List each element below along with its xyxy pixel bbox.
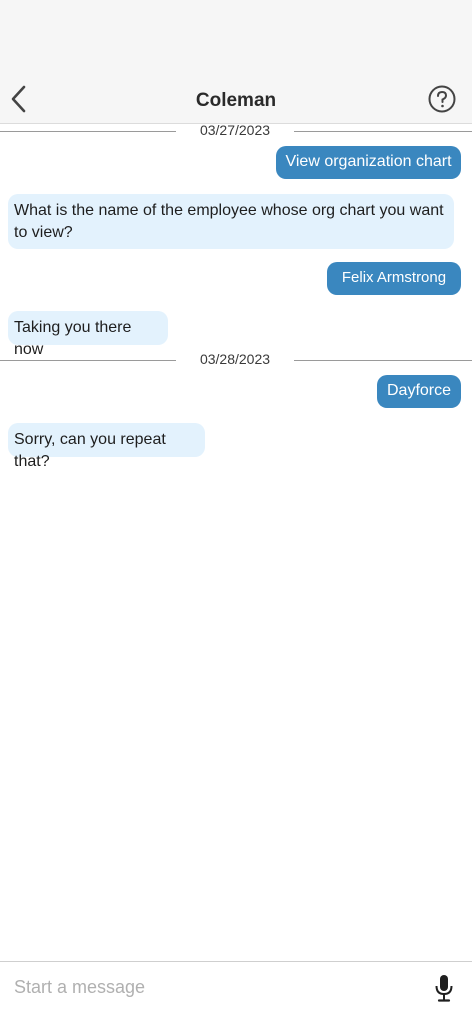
divider bbox=[0, 360, 176, 361]
help-button[interactable] bbox=[428, 85, 456, 113]
status-bar-area bbox=[0, 0, 472, 74]
microphone-icon bbox=[435, 975, 453, 1002]
message-input[interactable] bbox=[14, 972, 414, 1002]
incoming-message: What is the name of the employee whose o… bbox=[8, 194, 454, 249]
incoming-message: Sorry, can you repeat that? bbox=[8, 423, 205, 470]
outgoing-message[interactable]: View organization chart bbox=[276, 146, 461, 179]
message-composer bbox=[0, 961, 472, 1024]
divider bbox=[0, 131, 176, 132]
divider bbox=[294, 131, 472, 132]
chat-header: Coleman bbox=[0, 74, 472, 124]
help-circle-icon bbox=[428, 85, 456, 113]
date-separator: 03/27/2023 bbox=[0, 122, 472, 142]
date-label: 03/28/2023 bbox=[199, 351, 271, 367]
outgoing-message[interactable]: Dayforce bbox=[377, 375, 461, 408]
divider bbox=[294, 360, 472, 361]
outgoing-message[interactable]: Felix Armstrong bbox=[327, 262, 461, 295]
chat-title: Coleman bbox=[195, 90, 277, 111]
date-label: 03/27/2023 bbox=[199, 122, 271, 138]
incoming-message: Taking you there now bbox=[8, 311, 168, 358]
microphone-button[interactable] bbox=[430, 972, 458, 1004]
date-separator: 03/28/2023 bbox=[0, 351, 472, 371]
